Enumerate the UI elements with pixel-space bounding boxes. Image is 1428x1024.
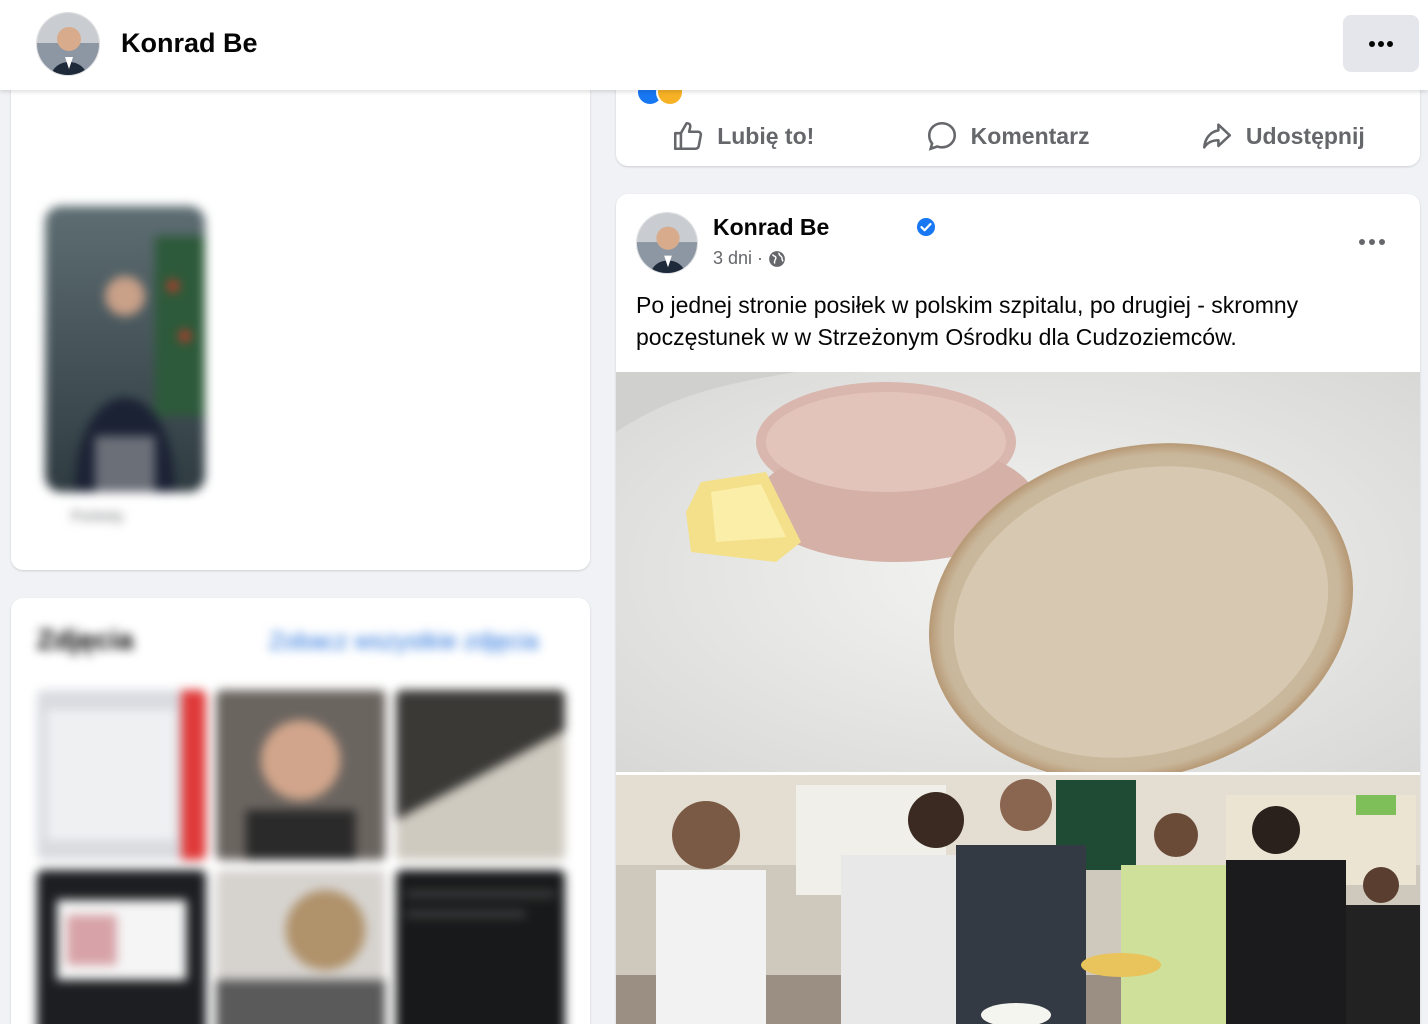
photo-thumbnail[interactable] — [395, 690, 565, 860]
photos-card: Zdjęcia Zobacz wszystkie zdjęcia — [11, 598, 590, 1024]
more-horizontal-icon — [1369, 40, 1393, 47]
like-label: Lubię to! — [717, 122, 815, 149]
thumbs-up-icon — [674, 121, 703, 151]
more-horizontal-icon — [1359, 239, 1385, 245]
post-card: Konrad Be 3 dni · Po jednej stronie posi… — [616, 194, 1420, 1024]
photos-title: Zdjęcia — [37, 624, 134, 655]
post-photo-hospital-meal[interactable] — [616, 372, 1420, 772]
globe-icon — [769, 250, 785, 267]
comment-label: Komentarz — [970, 122, 1090, 149]
share-icon — [1202, 123, 1231, 149]
comment-button[interactable]: Komentarz — [925, 119, 1090, 153]
post-author-name[interactable]: Konrad Be — [713, 214, 829, 241]
intro-card: Portrety — [11, 70, 590, 570]
post-action-bar: Lubię to! Komentarz Udostępnij — [616, 108, 1420, 164]
page-header: Konrad Be — [0, 0, 1428, 90]
photo-thumbnail[interactable] — [216, 870, 386, 1024]
photo-thumbnail[interactable] — [216, 690, 386, 860]
post-timestamp[interactable]: 3 dni — [713, 248, 752, 269]
post-author-avatar[interactable] — [636, 212, 698, 274]
see-all-photos-link[interactable]: Zobacz wszystkie zdjęcia — [269, 628, 538, 656]
like-button[interactable]: Lubię to! — [671, 119, 814, 153]
photo-grid — [37, 690, 565, 1024]
photo-thumbnail[interactable] — [37, 690, 207, 860]
featured-photo-caption: Portrety — [71, 508, 124, 525]
meta-separator: · — [757, 248, 764, 268]
post-text: Po jednej stronie posiłek w polskim szpi… — [636, 292, 1299, 350]
post-options-button[interactable] — [1352, 224, 1392, 260]
share-button[interactable]: Udostępnij — [1200, 119, 1365, 153]
profile-name[interactable]: Konrad Be — [121, 28, 258, 59]
comment-icon — [927, 121, 956, 151]
profile-avatar[interactable] — [36, 12, 100, 76]
more-options-button[interactable] — [1343, 15, 1419, 72]
post-photo-detention-center[interactable] — [616, 775, 1420, 1024]
verified-badge-icon — [917, 218, 935, 236]
share-label: Udostępnij — [1245, 122, 1365, 149]
photo-thumbnail[interactable] — [37, 870, 207, 1024]
post-meta: 3 dni · — [713, 248, 786, 269]
featured-photo[interactable] — [45, 206, 205, 492]
photo-thumbnail[interactable] — [395, 870, 565, 1024]
